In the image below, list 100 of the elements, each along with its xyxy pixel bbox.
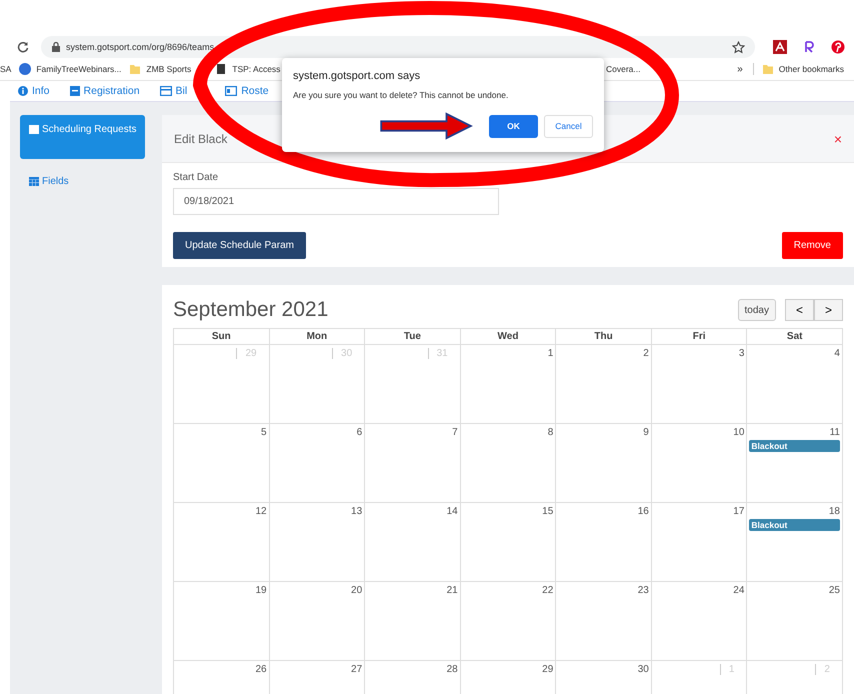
date-field[interactable]: 09/18/2021 <box>173 188 499 215</box>
day-number: 9 <box>643 427 649 438</box>
weekday-header: Thu <box>556 329 652 345</box>
day-cell[interactable]: 9 <box>556 424 652 503</box>
weekday-header: Tue <box>365 329 461 345</box>
panel-title: Edit Black <box>174 132 228 146</box>
day-cell[interactable]: 2 <box>556 345 652 424</box>
day-number: 1 <box>548 348 554 359</box>
sidebar-item[interactable]: Fields <box>20 167 145 194</box>
info-icon <box>18 86 28 96</box>
circle-icon <box>19 63 32 75</box>
day-cell[interactable]: 19 <box>174 582 270 661</box>
day-cell[interactable]: 8 <box>460 424 556 503</box>
day-cell[interactable]: 5 <box>174 424 270 503</box>
bookmark[interactable]: SA <box>0 64 12 74</box>
extension-icon[interactable] <box>802 40 816 54</box>
day-cell[interactable]: 29 <box>460 661 556 694</box>
day-cell[interactable]: 1 <box>460 345 556 424</box>
calendar-event[interactable]: Blackout <box>749 440 840 452</box>
day-number: 20 <box>351 585 362 596</box>
day-number: 2 <box>643 348 649 359</box>
star-icon[interactable] <box>732 40 745 54</box>
remove-button[interactable]: Remove <box>782 232 843 259</box>
day-number: 27 <box>351 664 362 675</box>
day-cell[interactable]: 25 <box>747 582 843 661</box>
day-cell[interactable]: 12 <box>174 503 270 582</box>
day-number: 10 <box>733 427 744 438</box>
weekday-header: Fri <box>652 329 748 345</box>
pdf-extension-icon[interactable] <box>773 40 787 54</box>
weekday-header: Mon <box>270 329 366 345</box>
field-label: Start Date <box>173 172 220 183</box>
day-cell[interactable]: 4 <box>747 345 843 424</box>
nav-tab[interactable]: Registration <box>70 85 140 97</box>
day-cell[interactable]: 11 Blackout <box>747 424 843 503</box>
day-cell[interactable]: 21 <box>365 582 461 661</box>
folder-icon <box>762 63 774 75</box>
day-cell[interactable]: 24 <box>652 582 748 661</box>
calendar-icon <box>29 176 39 186</box>
day-cell[interactable]: 15 <box>460 503 556 582</box>
close-button[interactable]: × <box>834 130 842 146</box>
day-number: 7 <box>452 427 458 438</box>
calendar-event[interactable]: Blackout <box>749 519 840 531</box>
day-number: 29 <box>542 664 554 675</box>
day-number: 18 <box>828 506 840 517</box>
dialog-title: system.gotsport.com says <box>293 70 422 82</box>
day-cell[interactable]: 16 <box>556 503 652 582</box>
day-cell[interactable]: 17 <box>652 503 748 582</box>
day-number: 6 <box>356 427 362 438</box>
day-number: 30 <box>638 664 649 675</box>
bookmark[interactable]: FamilyTreeWebinars... <box>19 63 122 75</box>
bookmark[interactable]: ZMB Sports <box>129 63 192 75</box>
day-cell[interactable]: 20 <box>270 582 366 661</box>
weekday-header: Sun <box>174 329 270 345</box>
nav-tab[interactable]: Bil <box>160 85 188 97</box>
day-cell[interactable]: 28 <box>365 661 461 694</box>
page-icon <box>215 63 228 75</box>
day-number: 24 <box>733 585 744 596</box>
nav-tab[interactable]: Roste <box>225 85 269 97</box>
ok-button[interactable]: OK <box>489 114 538 138</box>
day-number: 19 <box>255 585 267 596</box>
pin-extension-icon[interactable] <box>831 40 845 54</box>
weekday-header: Wed <box>460 329 556 345</box>
address-bar[interactable]: system.gotsport.com/org/8696/teams <box>41 36 755 58</box>
sidebar-item[interactable]: Scheduling Requests <box>20 115 145 159</box>
day-number: 3 <box>738 348 744 359</box>
folder-icon <box>129 63 142 75</box>
other-bookmarks[interactable]: Other bookmarks <box>752 63 844 75</box>
day-cell[interactable]: 10 <box>652 424 748 503</box>
bookmark[interactable]: TSP: Access <box>215 63 280 75</box>
today-button[interactable]: today <box>738 299 776 321</box>
day-cell[interactable]: 27 <box>270 661 366 694</box>
day-number: 14 <box>446 506 458 517</box>
cancel-button[interactable]: Cancel <box>544 114 593 138</box>
day-cell[interactable]: 7 <box>365 424 461 503</box>
bookmark[interactable]: Covera... <box>606 64 640 74</box>
day-number: 15 <box>542 506 554 517</box>
day-cell[interactable]: 3 <box>652 345 748 424</box>
day-number: 26 <box>255 664 267 675</box>
url-text: system.gotsport.com/org/8696/teams <box>66 42 214 52</box>
day-number: 28 <box>446 664 458 675</box>
next-button[interactable]: > <box>814 299 843 321</box>
day-cell[interactable]: 22 <box>460 582 556 661</box>
nav-tab[interactable]: Info <box>18 85 50 97</box>
more-bookmarks-button[interactable]: » <box>737 64 743 74</box>
day-number: 23 <box>638 585 649 596</box>
day-cell[interactable]: 13 <box>270 503 366 582</box>
update-button[interactable]: Update Schedule Param <box>173 232 306 259</box>
previous-button[interactable]: < <box>785 299 814 321</box>
day-cell[interactable]: 18 Blackout <box>747 503 843 582</box>
day-number: 25 <box>828 585 840 596</box>
day-cell[interactable]: 30 <box>556 661 652 694</box>
day-cell[interactable]: 23 <box>556 582 652 661</box>
day-number: 13 <box>351 506 362 517</box>
reload-icon[interactable] <box>17 41 29 53</box>
id-card-icon <box>225 86 238 96</box>
day-number: 17 <box>733 506 744 517</box>
day-number: 22 <box>542 585 554 596</box>
day-cell[interactable]: 26 <box>174 661 270 694</box>
day-cell[interactable]: 14 <box>365 503 461 582</box>
day-cell[interactable]: 6 <box>270 424 366 503</box>
